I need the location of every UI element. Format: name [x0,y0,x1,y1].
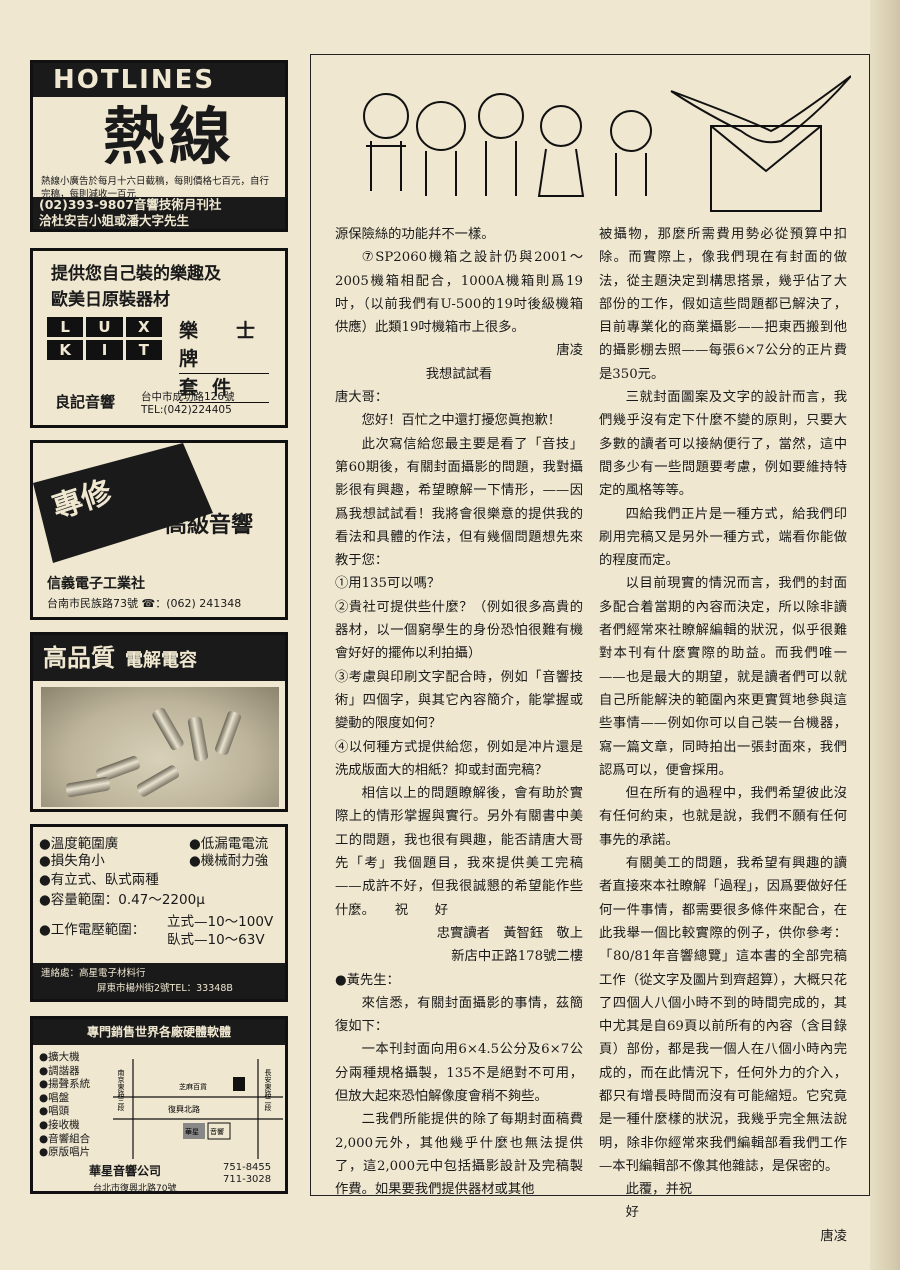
lux-headline-line1: 提供您自己裝的樂趣及 [51,264,221,284]
hotlines-phone: (02)393-9807音響技術月刊社 [39,197,222,212]
article-paragraph: 唐凌 [820,1228,847,1244]
voltage-lying: 臥式—10～63V [167,932,265,948]
product-item: ●音響組合 [39,1132,91,1145]
hotlines-contact: 洽杜安吉小姐或潘大字先生 [39,213,190,228]
svg-text:南京東路三段: 南京東路三段 [117,1068,125,1112]
product-item: ●唱盤 [39,1091,70,1104]
product-item: ●原版唱片 [39,1146,91,1159]
article-column-2: 被攝物，那麼所需費用勢必從預算中扣除。而實際上，像我們現在有封面的做法，從主題決… [599,223,847,1248]
article-paragraph: 您好！百忙之中還打擾您眞抱歉！ [361,413,562,429]
repair-ad: 專修 高級音響 信義電子工業社 台南市民族路73號 ☎：(062) 241348 [30,440,288,620]
article-paragraph: 三就封面圖案及文字的設計而言，我們幾乎沒有定下什麼不變的原則，只要大多數的讀者可… [599,390,847,499]
lux-kit-ad: 提供您自己裝的樂趣及 歐美日原裝器材 LUX KIT 樂士牌 套件 良記音響 台… [30,248,288,428]
article-paragraph: 我想試試看 [425,366,493,382]
capacitor-features-ad: ●溫度範圍廣 ●損失角小 ●有立式、臥式兩種 ●容量範圍：0.47～2200μ … [30,824,288,1002]
repair-service: 高級音響 [165,513,254,538]
hotlines-ad: HOTLINES 熱線 熱線小廣告於每月十六日截稿，每則價格七百元，自行完稿，每… [30,60,288,232]
article-paragraph: 此覆，并祝 [625,1182,693,1198]
letters-article: 源保險絲的功能幷不一樣。 ⑦SP2060機箱之設計仍與2001～2005機箱相配合… [310,54,870,1244]
repair-company: 信義電子工業社 [47,576,145,592]
article-paragraph: 被攝物，那麼所需費用勢必從預算中扣除。而實際上，像我們現在有封面的做法，從主題決… [599,227,847,382]
article-paragraph: 源保險絲的功能幷不一樣。 [335,227,495,242]
lux-shop-name: 良記音響 [55,393,116,411]
article-paragraph: ④以何種方式提供給您，例如是冲片還是洗成版面大的相紙？抑或封面完稿？ [335,739,583,778]
article-paragraph: ②貴社可提供些什麼？（例如很多高貴的器材，以一個窮學生的身份恐怕很難有機會好好的… [335,599,583,662]
article-paragraph: ●黃先生： [335,972,400,988]
cartoon-header-illustration [363,75,851,212]
product-item: ●調諧器 [39,1064,80,1077]
hotlines-title: HOTLINES [33,63,285,97]
article-paragraph: 有關美工的問題，我希望有興趣的讀者直接來本社瞭解「過程」，因爲要做好任何一件事情… [599,856,847,1174]
huaxing-phones: 751-8455 711-3028 [223,1162,272,1185]
page-edge-shadow [870,0,900,1270]
capacitor-ad: 高品質 電解電容 [30,632,288,812]
product-item: ●接收機 [39,1118,80,1131]
svg-text:華星: 華星 [185,1127,199,1136]
capacitor-photo [41,687,279,807]
svg-text:復興北路: 復興北路 [168,1104,200,1114]
lux-brand-name: 樂士牌 [179,317,269,374]
article-paragraph: 新店中正路178號二樓 [451,949,583,965]
huaxing-company: 華星音響公司 [89,1164,162,1178]
article-paragraph: 一本刊封面向用6×4.5公分及6×7公分兩種規格攝製，135不是絕對不可用，但放… [335,1042,583,1104]
article-paragraph: 二我們所能提供的除了每期封面稿費2,000元外，其他幾乎什麼也無法提供了，這2,… [335,1112,583,1198]
article-paragraph: 唐大哥： [335,390,389,406]
article-paragraph: ①用135可以嗎？ [335,576,441,592]
article-paragraph: 相信以上的問題瞭解後，會有助於實際上的情形掌握與實行。另外有關書中美工的問題，我… [335,786,583,918]
feature-item: ●有立式、臥式兩種 [39,872,159,888]
capacitor-headline: 高品質 電解電容 [33,635,285,681]
feature-item: ●低漏電電流 [189,836,269,852]
repair-address: 台南市民族路73號 ☎：(062) 241348 [47,597,242,610]
lux-headline: 提供您自己裝的樂趣及 歐美日原裝器材 [51,261,221,313]
article-paragraph: ③考慮與印刷文字配合時，例如「音響技術」四個字，與其它內容簡介，能掌握或變動的限… [335,669,583,732]
svg-text:芝麻百貨: 芝麻百貨 [179,1082,207,1091]
product-item: ●揚聲系統 [39,1078,91,1091]
article-paragraph: ⑦SP2060機箱之設計仍與2001～2005機箱相配合，1000A機箱則爲19… [335,250,583,336]
lux-shop-address: 台中市成功路126號 TEL:(042)224405 [141,391,235,416]
feature-item: ●溫度範圍廣 [39,836,119,852]
article-paragraph: 以目前現實的情況而言，我們的封面多配合着當期的內容而決定，所以除非讀者們經常來社… [599,576,847,778]
article-paragraph: 但在所有的過程中，我們希望彼此沒有任何約束，也就是說，我們不願有任何事先的承諾。 [599,786,847,848]
feature-item: ●損失角小 [39,853,105,869]
huaxing-address: 台北市復興北路70號 [93,1184,177,1194]
product-item: ●擴大機 [39,1051,80,1063]
store-location-map: 南京東路三段 芝麻百貨 長安東路二段 復興北路 華星 音響 [113,1059,283,1159]
product-item: ●唱頭 [39,1105,70,1118]
features-contact: 連絡處：高星電子材料行 屏東市楊州街2號TEL：33348B [33,963,285,999]
article-paragraph: 四給我們正片是一種方式，給我們印刷用完稿又是另外一種方式，端看你能做的程度而定。 [599,506,847,569]
article-paragraph: 此次寫信給您最主要是看了「音技」第60期後，有關封面攝影的問題，我對攝影很有興趣… [335,436,583,569]
article-paragraph: 好 [625,1205,639,1221]
article-paragraph: 忠實讀者 黃智鈺 敬上 [436,925,583,941]
hotlines-zh-title: 熱線 [103,100,236,173]
lux-kit-logo: LUX KIT [47,317,165,361]
feature-item: ●工作電壓範圍： [39,922,146,938]
huaxing-header: 專門銷售世界各廠硬體軟體 [33,1019,285,1045]
svg-text:長安東路二段: 長安東路二段 [264,1069,272,1112]
lux-headline-line2: 歐美日原裝器材 [51,290,170,310]
voltage-upright: 立式—10～100V [167,914,274,930]
article-paragraph: 唐凌 [556,343,583,359]
article-column-1: 源保險絲的功能幷不一樣。 ⑦SP2060機箱之設計仍與2001～2005機箱相配合… [335,223,583,1201]
huaxing-ad: 專門銷售世界各廠硬體軟體 ●擴大機 ●調諧器 ●揚聲系統 ●唱盤 ●唱頭 ●接收… [30,1016,288,1194]
feature-item: ●機械耐力強 [189,853,269,869]
feature-item: ●容量範圍：0.47～2200μ [39,892,205,908]
svg-text:音響: 音響 [210,1127,224,1136]
huaxing-product-list: ●擴大機 ●調諧器 ●揚聲系統 ●唱盤 ●唱頭 ●接收機 ●音響組合 ●原版唱片 [39,1051,90,1160]
article-paragraph: 來信悉，有關封面攝影的事情，茲簡復如下： [335,995,583,1035]
hotlines-contact-bar: (02)393-9807音響技術月刊社 洽杜安吉小姐或潘大字先生 [33,197,285,229]
